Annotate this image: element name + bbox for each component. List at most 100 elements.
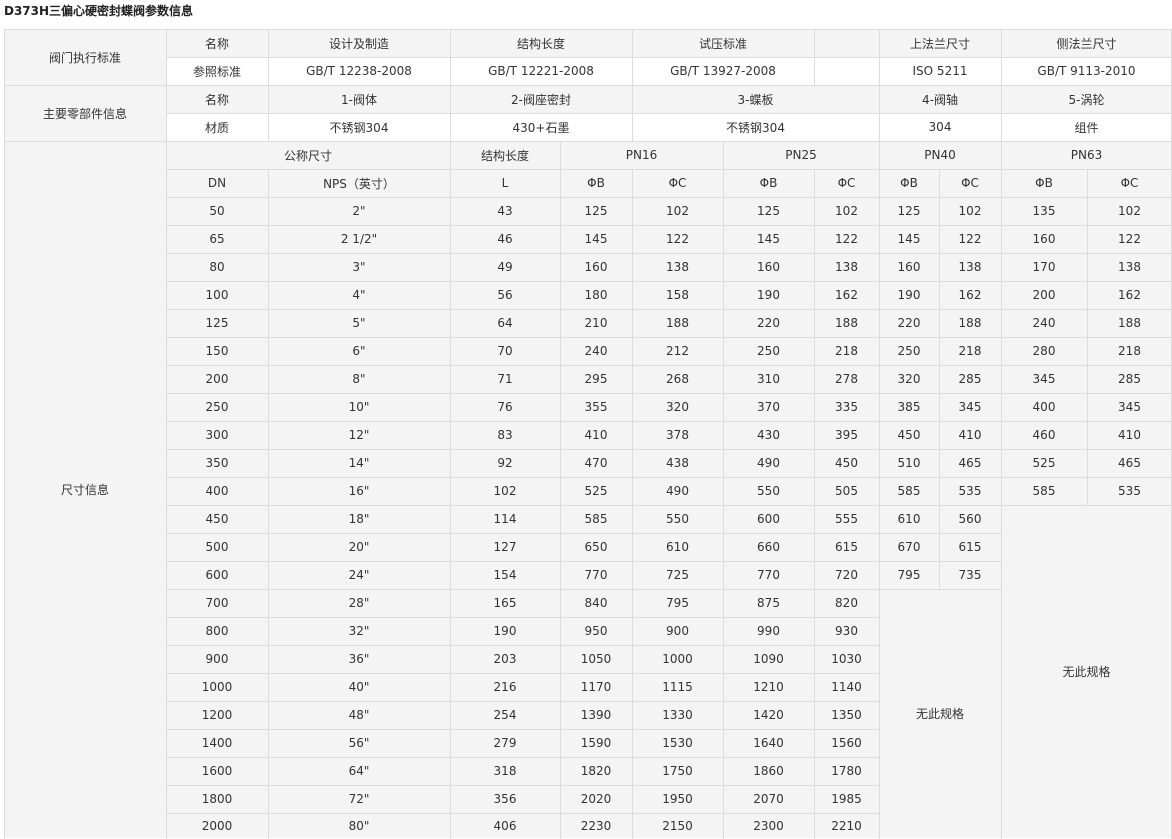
standard-value-cell: GB/T 9113-2010 bbox=[1037, 64, 1136, 78]
dimension-data-cell: 160 bbox=[1001, 225, 1087, 253]
dimension-data-cell: 950 bbox=[560, 617, 632, 645]
standard-value-cell: GB/T 12238-2008 bbox=[306, 64, 412, 78]
dimension-data-cell: 470 bbox=[560, 449, 632, 477]
dimension-data-cell: 56" bbox=[268, 729, 450, 757]
grid-line bbox=[166, 757, 880, 758]
dimension-data-cell: 378 bbox=[632, 421, 723, 449]
dimension-data-cell: 218 bbox=[1087, 337, 1172, 365]
dimension-data-cell: 345 bbox=[1087, 393, 1172, 421]
grid-line bbox=[879, 169, 880, 839]
dimension-data-cell: 585 bbox=[560, 505, 632, 533]
dimension-data-cell: 900 bbox=[166, 645, 268, 673]
dimension-data-cell: 2 1/2" bbox=[268, 225, 450, 253]
grid-line bbox=[166, 253, 1172, 254]
dimension-data-cell: 510 bbox=[879, 449, 939, 477]
grid-line bbox=[268, 169, 269, 839]
dimension-data-cell: 64 bbox=[450, 309, 560, 337]
standard-value-cell: ISO 5211 bbox=[912, 64, 968, 78]
dimension-data-cell: 1210 bbox=[723, 673, 814, 701]
grid-line bbox=[166, 477, 1172, 478]
dimension-data-cell: 795 bbox=[632, 589, 723, 617]
dimension-group-header: PN16 bbox=[560, 141, 723, 169]
dimension-data-cell: 1050 bbox=[560, 645, 632, 673]
grid-line bbox=[723, 169, 724, 839]
dimension-data-cell: 550 bbox=[723, 477, 814, 505]
dimension-data-cell: 335 bbox=[814, 393, 879, 421]
dimension-data-cell: 1985 bbox=[814, 785, 879, 813]
dimension-data-cell: 1590 bbox=[560, 729, 632, 757]
dimension-data-cell: 2020 bbox=[560, 785, 632, 813]
dimension-data-cell: 218 bbox=[814, 337, 879, 365]
grid-line bbox=[939, 169, 940, 590]
dimension-data-cell: 600 bbox=[723, 505, 814, 533]
dimension-data-cell: 145 bbox=[723, 225, 814, 253]
dimension-data-cell: 600 bbox=[166, 561, 268, 589]
dimension-data-cell: 127 bbox=[450, 533, 560, 561]
grid-line bbox=[450, 141, 451, 170]
grid-line bbox=[166, 449, 1172, 450]
dimension-data-cell: 2230 bbox=[560, 813, 632, 838]
grid-line bbox=[166, 701, 880, 702]
dimension-sub-header: ΦB bbox=[879, 169, 939, 197]
dimension-group-header: PN40 bbox=[879, 141, 1001, 169]
grid-line bbox=[4, 29, 5, 839]
dimension-data-cell: 158 bbox=[632, 281, 723, 309]
dimension-data-cell: 43 bbox=[450, 197, 560, 225]
dimension-data-cell: 188 bbox=[1087, 309, 1172, 337]
grid-line bbox=[166, 57, 1172, 58]
dimension-data-cell: 145 bbox=[560, 225, 632, 253]
part-material-cell: 组件 bbox=[1074, 120, 1099, 135]
dimension-data-cell: 254 bbox=[450, 701, 560, 729]
dimension-data-cell: 2150 bbox=[632, 813, 723, 838]
grid-line bbox=[268, 85, 269, 142]
grid-line bbox=[166, 225, 1172, 226]
dimension-data-cell: 125 bbox=[560, 197, 632, 225]
dimension-data-cell: 345 bbox=[939, 393, 1001, 421]
grid-line bbox=[450, 85, 451, 142]
part-material-cell: 不锈钢304 bbox=[726, 120, 785, 135]
grid-line bbox=[166, 785, 880, 786]
dimension-data-cell: 122 bbox=[1087, 225, 1172, 253]
dimension-data-cell: 1390 bbox=[560, 701, 632, 729]
dimension-data-cell: 49 bbox=[450, 253, 560, 281]
section-label-parts: 主要零部件信息 bbox=[4, 85, 166, 141]
dimension-data-cell: 100 bbox=[166, 281, 268, 309]
dimension-data-cell: 1030 bbox=[814, 645, 879, 673]
standard-value-cell: GB/T 13927-2008 bbox=[670, 64, 776, 78]
dimension-data-cell: 138 bbox=[1087, 253, 1172, 281]
dimension-data-cell: 70 bbox=[450, 337, 560, 365]
grid-line bbox=[166, 533, 1002, 534]
part-name-cell: 3-蝶板 bbox=[632, 85, 879, 113]
dimension-sub-header: ΦC bbox=[1087, 169, 1172, 197]
grid-line bbox=[166, 365, 1172, 366]
dimension-data-cell: 64" bbox=[268, 757, 450, 785]
dimension-data-cell: 2070 bbox=[723, 785, 814, 813]
dimension-data-cell: 32" bbox=[268, 617, 450, 645]
dimension-data-cell: 188 bbox=[814, 309, 879, 337]
grid-line bbox=[560, 141, 561, 170]
dimension-data-cell: 162 bbox=[1087, 281, 1172, 309]
dimension-data-cell: 395 bbox=[814, 421, 879, 449]
grid-line bbox=[166, 645, 880, 646]
grid-line bbox=[166, 589, 1002, 590]
dimension-data-cell: 76 bbox=[450, 393, 560, 421]
dimension-data-cell: 122 bbox=[632, 225, 723, 253]
dimension-data-cell: 279 bbox=[450, 729, 560, 757]
dimension-data-cell: 138 bbox=[814, 253, 879, 281]
dimension-data-cell: 203 bbox=[450, 645, 560, 673]
dimension-data-cell: 71 bbox=[450, 365, 560, 393]
part-name-cell: 2-阀座密封 bbox=[450, 85, 632, 113]
dimension-data-cell: 320 bbox=[879, 365, 939, 393]
dimension-data-cell: 160 bbox=[560, 253, 632, 281]
grid-line bbox=[879, 29, 880, 86]
dimension-data-cell: 555 bbox=[814, 505, 879, 533]
grid-line bbox=[166, 29, 167, 839]
dimension-data-cell: 318 bbox=[450, 757, 560, 785]
grid-line bbox=[1001, 85, 1002, 142]
grid-line bbox=[166, 729, 880, 730]
dimension-data-cell: 240 bbox=[560, 337, 632, 365]
standard-header-cell: 试压标准 bbox=[632, 29, 814, 57]
dimension-data-cell: 1560 bbox=[814, 729, 879, 757]
dimension-sub-header: ΦC bbox=[814, 169, 879, 197]
standard-value-cell bbox=[814, 57, 879, 85]
